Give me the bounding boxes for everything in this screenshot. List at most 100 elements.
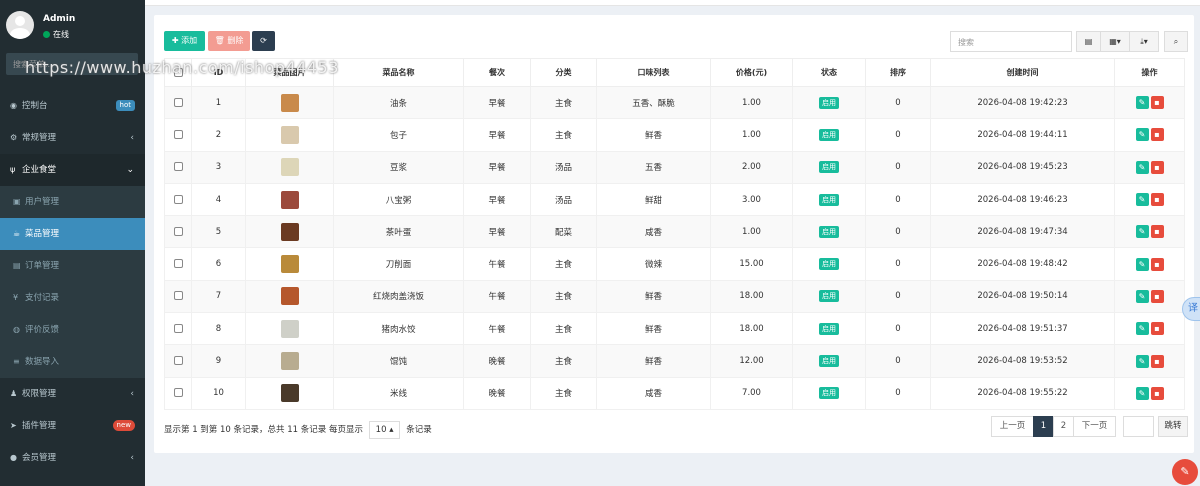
- table-row[interactable]: 10 米线 晚餐 主食 咸香 7.00 启用 0 2026-04-08 19:55:22 ✎ ▪: [164, 376, 1185, 410]
- refresh-button[interactable]: ⟳: [252, 31, 275, 51]
- delete-row-button[interactable]: ▪: [1150, 257, 1164, 271]
- advanced-search-button[interactable]: ⌕: [1164, 31, 1188, 52]
- column-header[interactable]: ID: [191, 58, 246, 87]
- row-checkbox[interactable]: [173, 97, 183, 107]
- delete-row-button[interactable]: ▪: [1150, 289, 1164, 303]
- sidebar-item-7[interactable]: ◍ 评价反馈: [0, 314, 145, 346]
- table-row[interactable]: 8 猪肉水饺 午餐 主食 鲜香 18.00 启用 0 2026-04-08 19:51:37 ✎ ▪: [164, 312, 1185, 346]
- sidebar-item-9[interactable]: ♟ 权限管理 ‹: [0, 378, 145, 410]
- edit-button[interactable]: ✎: [1135, 96, 1149, 110]
- edit-button[interactable]: ✎: [1135, 160, 1149, 174]
- row-checkbox[interactable]: [173, 291, 183, 301]
- sidebar-item-6[interactable]: ¥ 支付记录: [0, 282, 145, 314]
- sidebar-item-10[interactable]: ➤ 插件管理 new: [0, 410, 145, 442]
- status-badge[interactable]: 启用: [819, 290, 839, 303]
- dish-thumbnail[interactable]: [280, 222, 299, 241]
- delete-row-button[interactable]: ▪: [1150, 193, 1164, 207]
- toggle-view-button[interactable]: ▤: [1076, 31, 1101, 52]
- table-row[interactable]: 7 红烧肉盖浇饭 午餐 主食 鲜香 18.00 启用 0 2026-04-08 19:50:14…: [164, 279, 1185, 314]
- status-badge[interactable]: 启用: [819, 128, 839, 141]
- status-badge[interactable]: 启用: [819, 387, 839, 400]
- select-all-checkbox[interactable]: [173, 68, 183, 77]
- row-checkbox[interactable]: [173, 162, 183, 172]
- sidebar-item-5[interactable]: ▤ 订单管理: [0, 250, 145, 282]
- status-badge[interactable]: 启用: [819, 225, 839, 238]
- column-header[interactable]: 口味列表: [596, 58, 711, 87]
- delete-row-button[interactable]: ▪: [1150, 322, 1164, 336]
- sidebar-item-11[interactable]: ● 会员管理 ‹: [0, 442, 145, 474]
- column-header[interactable]: 价格(元): [710, 58, 793, 87]
- status-badge[interactable]: 启用: [819, 258, 839, 271]
- edit-button[interactable]: ✎: [1135, 289, 1149, 303]
- dish-thumbnail[interactable]: [280, 190, 299, 209]
- delete-button[interactable]: 🗑 删除: [208, 31, 250, 51]
- edit-button[interactable]: ✎: [1135, 225, 1149, 239]
- column-header[interactable]: 状态: [792, 58, 866, 87]
- goto-page-button[interactable]: 跳转: [1158, 416, 1188, 437]
- delete-row-button[interactable]: ▪: [1150, 96, 1164, 110]
- edit-button[interactable]: ✎: [1135, 193, 1149, 207]
- dish-thumbnail[interactable]: [280, 93, 299, 112]
- table-row[interactable]: 6 刀削面 午餐 主食 微辣 15.00 启用 0 2026-04-08 19:48:42 ✎ ▪: [164, 247, 1185, 281]
- table-search-input[interactable]: 搜索: [950, 31, 1072, 52]
- row-checkbox[interactable]: [173, 226, 183, 236]
- sidebar-item-2[interactable]: ψ 企业食堂 ⌄: [0, 154, 145, 186]
- column-header[interactable]: 分类: [530, 58, 597, 87]
- goto-page-input[interactable]: [1123, 416, 1154, 437]
- row-checkbox[interactable]: [173, 323, 183, 333]
- page-button-2[interactable]: 2: [1053, 416, 1074, 437]
- table-row[interactable]: 5 茶叶蛋 早餐 配菜 咸香 1.00 启用 0 2026-04-08 19:47:34 ✎ ▪: [164, 215, 1185, 249]
- status-badge[interactable]: 启用: [819, 161, 839, 174]
- row-checkbox[interactable]: [173, 129, 183, 139]
- table-row[interactable]: 3 豆浆 早餐 汤品 五香 2.00 启用 0 2026-04-08 19:45:23 ✎ ▪: [164, 150, 1185, 184]
- add-button[interactable]: ✚ 添加: [164, 31, 205, 51]
- table-row[interactable]: 1 油条 早餐 主食 五香、酥脆 1.00 启用 0 2026-04-08 19:42:23 ✎ ▪: [164, 85, 1185, 120]
- column-header[interactable]: 排序: [865, 58, 931, 87]
- edit-button[interactable]: ✎: [1135, 322, 1149, 336]
- table-row[interactable]: 4 八宝粥 早餐 汤品 鲜甜 3.00 启用 0 2026-04-08 19:46:23 ✎ ▪: [164, 182, 1185, 217]
- sidebar-item-8[interactable]: ≡ 数据导入: [0, 346, 145, 378]
- dish-thumbnail[interactable]: [280, 158, 299, 177]
- row-checkbox[interactable]: [173, 259, 183, 269]
- row-checkbox[interactable]: [173, 388, 183, 398]
- column-header[interactable]: 操作: [1114, 58, 1185, 87]
- delete-row-button[interactable]: ▪: [1150, 354, 1164, 368]
- edit-button[interactable]: ✎: [1135, 257, 1149, 271]
- edit-button[interactable]: ✎: [1135, 386, 1149, 400]
- status-badge[interactable]: 启用: [819, 322, 839, 335]
- status-badge[interactable]: 启用: [819, 96, 839, 109]
- table-row[interactable]: 9 馄饨 晚餐 主食 鲜香 12.00 启用 0 2026-04-08 19:53:52 ✎ ▪: [164, 344, 1185, 378]
- dish-thumbnail[interactable]: [280, 287, 299, 306]
- prev-page-button[interactable]: 上一页: [991, 416, 1034, 437]
- dish-thumbnail[interactable]: [280, 384, 299, 403]
- sidebar-item-0[interactable]: ◉ 控制台 hot: [0, 90, 145, 122]
- delete-row-button[interactable]: ▪: [1150, 225, 1164, 239]
- next-page-button[interactable]: 下一页: [1073, 416, 1116, 437]
- status-badge[interactable]: 启用: [819, 193, 839, 206]
- column-header[interactable]: 菜品名称: [333, 58, 464, 87]
- export-button[interactable]: ⤓▾: [1129, 31, 1159, 52]
- dish-thumbnail[interactable]: [280, 352, 299, 371]
- column-header[interactable]: 创建时间: [930, 58, 1115, 87]
- dish-thumbnail[interactable]: [280, 255, 299, 274]
- dish-thumbnail[interactable]: [280, 319, 299, 338]
- sidebar-item-1[interactable]: ⚙ 常规管理 ‹: [0, 122, 145, 154]
- row-checkbox[interactable]: [173, 356, 183, 366]
- delete-row-button[interactable]: ▪: [1150, 128, 1164, 142]
- page-size-dropdown[interactable]: 10 ▴: [368, 421, 401, 439]
- delete-row-button[interactable]: ▪: [1150, 160, 1164, 174]
- column-header[interactable]: 餐次: [463, 58, 531, 87]
- delete-row-button[interactable]: ▪: [1150, 386, 1164, 400]
- sidebar-item-4[interactable]: ☕ 菜品管理: [0, 218, 145, 250]
- edit-button[interactable]: ✎: [1135, 354, 1149, 368]
- sidebar-search-input[interactable]: 搜索菜单...: [6, 53, 138, 75]
- translate-button[interactable]: 译: [1182, 297, 1200, 321]
- row-checkbox[interactable]: [173, 194, 183, 204]
- dish-thumbnail[interactable]: [280, 125, 299, 144]
- columns-button[interactable]: ▦▾: [1100, 31, 1130, 52]
- floating-action-button[interactable]: ✎: [1172, 459, 1198, 485]
- status-badge[interactable]: 启用: [819, 355, 839, 368]
- edit-button[interactable]: ✎: [1135, 128, 1149, 142]
- page-button-1[interactable]: 1: [1033, 416, 1054, 437]
- table-row[interactable]: 2 包子 早餐 主食 鲜香 1.00 启用 0 2026-04-08 19:44:11 ✎ ▪: [164, 118, 1185, 152]
